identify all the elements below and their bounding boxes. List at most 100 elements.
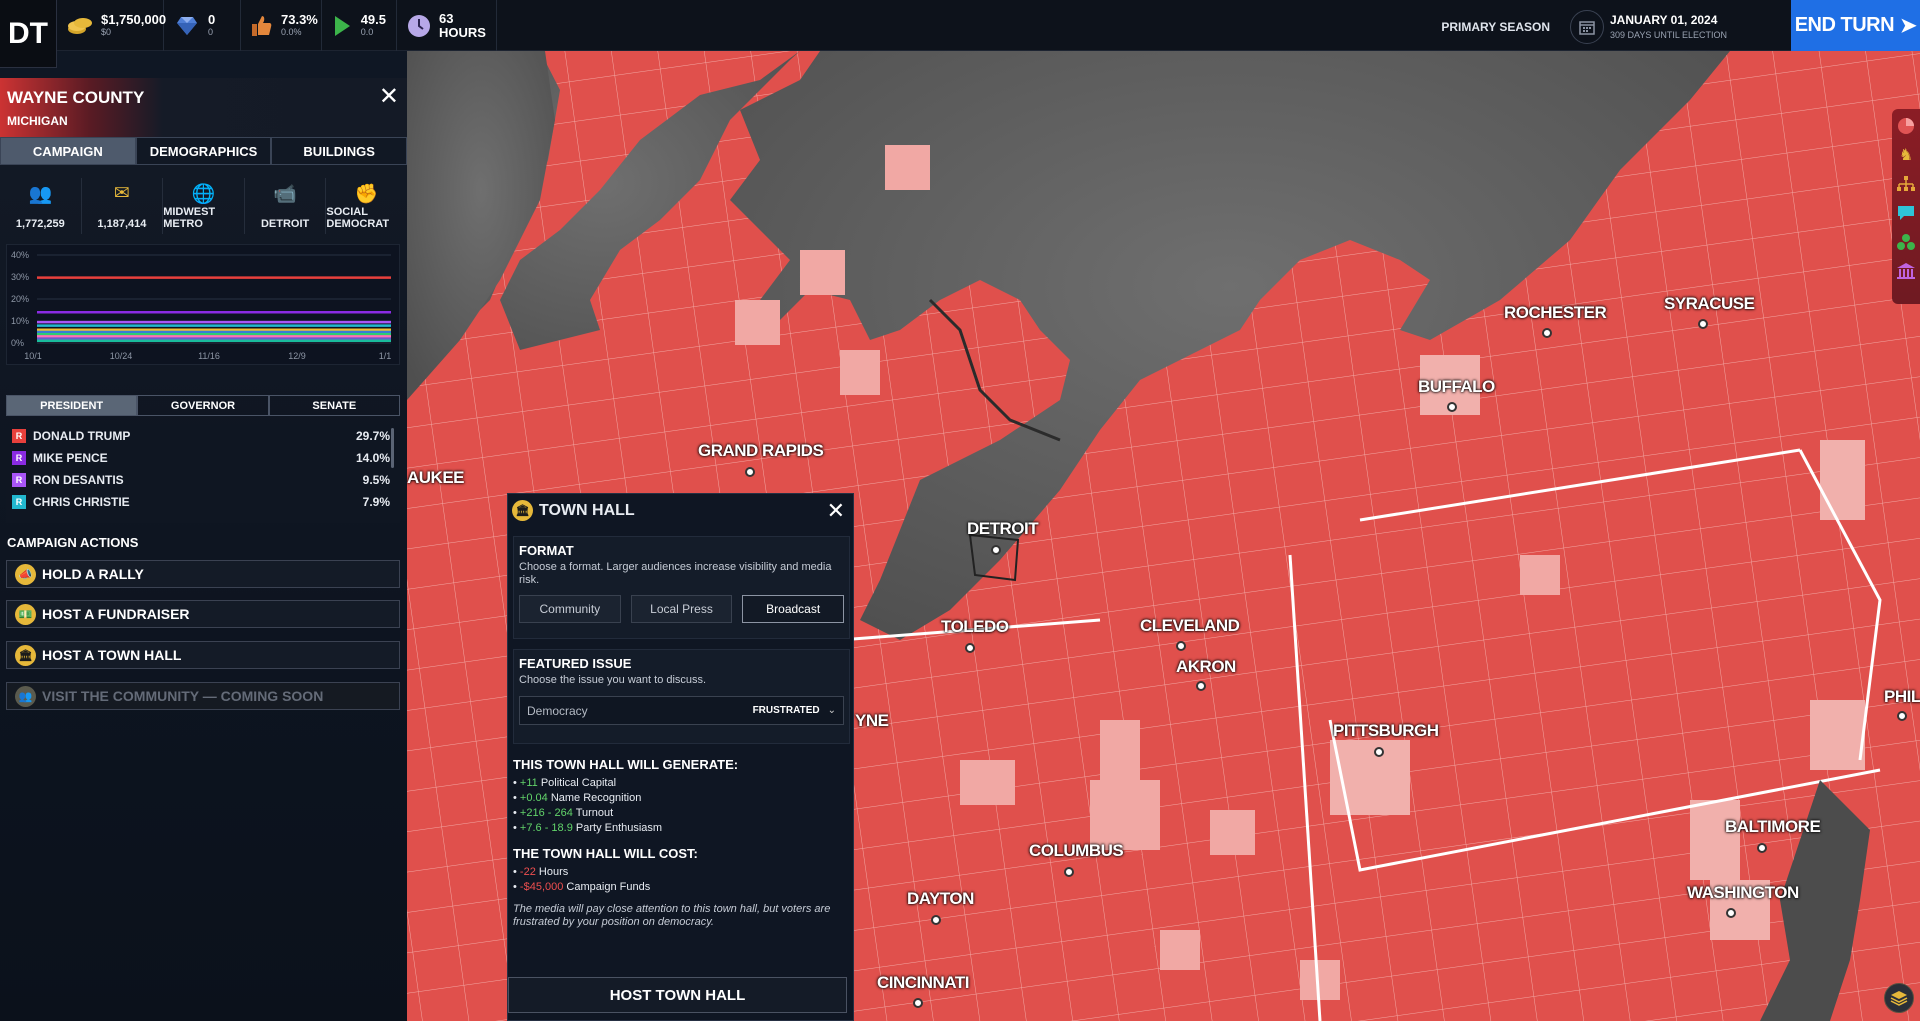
- city-label-pittsburgh[interactable]: PITTSBURGH: [1333, 721, 1439, 741]
- tab-demographics[interactable]: DEMOGRAPHICS: [135, 137, 272, 165]
- generate-title: THIS TOWN HALL WILL GENERATE:: [513, 757, 739, 772]
- city-label-milwaukee[interactable]: AUKEE: [407, 468, 465, 488]
- chart-y-tick: 40%: [11, 250, 29, 260]
- candidate-row[interactable]: R CHRIS CHRISTIE 7.9%: [6, 491, 400, 513]
- candidate-row[interactable]: R DONALD TRUMP 29.7%: [6, 425, 400, 447]
- city-marker[interactable]: [913, 998, 923, 1008]
- city-label-grand-rapids[interactable]: GRAND RAPIDS: [698, 441, 824, 461]
- candidate-list: R DONALD TRUMP 29.7% R MIKE PENCE 14.0% R RON D…: [6, 425, 400, 523]
- tab-governor[interactable]: GOVERNOR: [137, 395, 269, 416]
- city-label-philadelphia[interactable]: PHILADEL: [1884, 687, 1920, 707]
- pie-chart-icon[interactable]: [1897, 115, 1915, 137]
- city-marker[interactable]: [1374, 747, 1384, 757]
- end-turn-button[interactable]: END TURN ➤: [1791, 0, 1920, 51]
- capital-value: 0: [208, 12, 216, 27]
- city-label-buffalo[interactable]: BUFFALO: [1418, 377, 1495, 397]
- funds-stat[interactable]: $1,750,000 $0: [57, 0, 167, 51]
- city-label-cincinnati[interactable]: CINCINNATI: [877, 973, 969, 993]
- city-marker[interactable]: [1757, 843, 1767, 853]
- city-label-rochester[interactable]: ROCHESTER: [1504, 303, 1607, 323]
- format-options: Community Local Press Broadcast: [519, 595, 845, 623]
- candidate-row[interactable]: R MIKE PENCE 14.0%: [6, 447, 400, 469]
- flag-icon: [332, 13, 353, 39]
- city-marker[interactable]: [1726, 908, 1736, 918]
- chart-x-tick: 10/24: [110, 351, 133, 361]
- cost-amount: -$45,000: [519, 881, 564, 893]
- momentum-value: 49.5: [360, 12, 386, 27]
- city-label-syracuse[interactable]: SYRACUSE: [1664, 294, 1755, 314]
- tab-president[interactable]: PRESIDENT: [6, 395, 138, 416]
- clock-icon: [407, 13, 431, 39]
- city-marker[interactable]: [931, 915, 941, 925]
- generate-amount: +216 - 264: [519, 807, 573, 819]
- close-icon[interactable]: ✕: [379, 82, 399, 111]
- tab-senate[interactable]: SENATE: [268, 395, 400, 416]
- issue-select[interactable]: Democracy FRUSTRATED ⌄: [519, 696, 844, 725]
- format-broadcast-button[interactable]: Broadcast: [742, 595, 845, 623]
- city-marker[interactable]: [1196, 681, 1206, 691]
- candidate-pct: 14.0%: [355, 451, 390, 465]
- city-marker[interactable]: [1897, 711, 1907, 721]
- funds-value: $1,750,000: [101, 12, 167, 27]
- city-label-toledo[interactable]: TOLEDO: [941, 617, 1009, 637]
- city-label-fort-wayne[interactable]: YNE: [855, 711, 889, 731]
- candidate-pct: 9.5%: [362, 473, 390, 487]
- city-marker[interactable]: [745, 467, 755, 477]
- party-badge: R: [12, 495, 26, 509]
- issue-mood-badge: FRUSTRATED: [752, 705, 820, 716]
- hold-rally-button[interactable]: 📣 HOLD A RALLY: [6, 560, 400, 588]
- chart-y-tick: 30%: [11, 272, 29, 282]
- capital-change: 0: [208, 27, 214, 37]
- city-marker[interactable]: [1447, 402, 1457, 412]
- host-fundraiser-button[interactable]: 💵 HOST A FUNDRAISER: [6, 600, 400, 628]
- city-marker[interactable]: [1176, 641, 1186, 651]
- momentum-stat[interactable]: 49.5 0.0: [322, 0, 397, 51]
- approval-stat[interactable]: 73.3% 0.0%: [241, 0, 322, 51]
- calendar-icon[interactable]: [1570, 10, 1604, 44]
- format-description: Choose a format. Larger audiences increa…: [519, 561, 832, 586]
- city-marker[interactable]: [991, 545, 1001, 555]
- layers-icon[interactable]: [1884, 983, 1914, 1013]
- megaphone-icon: 📣: [15, 563, 36, 585]
- candidate-list-scrollbar[interactable]: [391, 428, 394, 468]
- city-label-baltimore[interactable]: BALTIMORE: [1725, 817, 1821, 837]
- city-label-columbus[interactable]: COLUMBUS: [1029, 841, 1124, 861]
- current-date: JANUARY 01, 2024: [1610, 13, 1718, 27]
- capital-stat[interactable]: 00: [164, 0, 241, 51]
- city-label-washington[interactable]: WASHINGTON: [1687, 883, 1799, 903]
- time-stat[interactable]: 63 HOURS: [397, 0, 497, 51]
- city-label-detroit[interactable]: DETROIT: [967, 519, 1039, 539]
- tab-campaign[interactable]: CAMPAIGN: [0, 137, 136, 165]
- host-fundraiser-label: HOST A FUNDRAISER: [42, 606, 190, 622]
- town-hall-icon: 🏛: [15, 644, 36, 666]
- city-label-dayton[interactable]: DAYTON: [907, 889, 974, 909]
- game-logo[interactable]: DT: [0, 0, 57, 68]
- host-town-hall-button[interactable]: 🏛 HOST A TOWN HALL: [6, 641, 400, 669]
- format-title: FORMAT: [519, 543, 574, 558]
- cost-item: • -22 Hours: [513, 866, 569, 878]
- format-local-press-button[interactable]: Local Press: [630, 595, 733, 623]
- close-icon[interactable]: ✕: [827, 498, 845, 524]
- chat-icon[interactable]: [1897, 202, 1915, 224]
- capitol-icon[interactable]: [1896, 260, 1916, 282]
- hold-rally-label: HOLD A RALLY: [42, 566, 144, 582]
- city-marker[interactable]: [1542, 328, 1552, 338]
- city-marker[interactable]: [1064, 867, 1074, 877]
- candidate-name: DONALD TRUMP: [33, 429, 131, 443]
- city-label-akron[interactable]: AKRON: [1176, 657, 1236, 677]
- host-town-hall-button[interactable]: HOST TOWN HALL: [508, 977, 847, 1013]
- org-chart-icon[interactable]: [1897, 173, 1915, 195]
- tab-buildings[interactable]: BUILDINGS: [271, 137, 408, 165]
- hexagons-icon[interactable]: [1896, 231, 1916, 253]
- candidate-row[interactable]: R RON DESANTIS 9.5%: [6, 469, 400, 491]
- city-marker[interactable]: [1698, 319, 1708, 329]
- city-marker[interactable]: [965, 643, 975, 653]
- featured-issue-section: FEATURED ISSUE Choose the issue you want…: [513, 649, 850, 744]
- chart-x-tick: 11/16: [198, 351, 220, 361]
- chess-knight-icon[interactable]: ♞: [1899, 144, 1913, 166]
- city-label-cleveland[interactable]: CLEVELAND: [1140, 616, 1240, 636]
- coins-icon: [67, 13, 93, 39]
- candidate-pct: 29.7%: [355, 429, 390, 443]
- format-community-button[interactable]: Community: [519, 595, 621, 623]
- generate-label: Political Capital: [540, 777, 617, 789]
